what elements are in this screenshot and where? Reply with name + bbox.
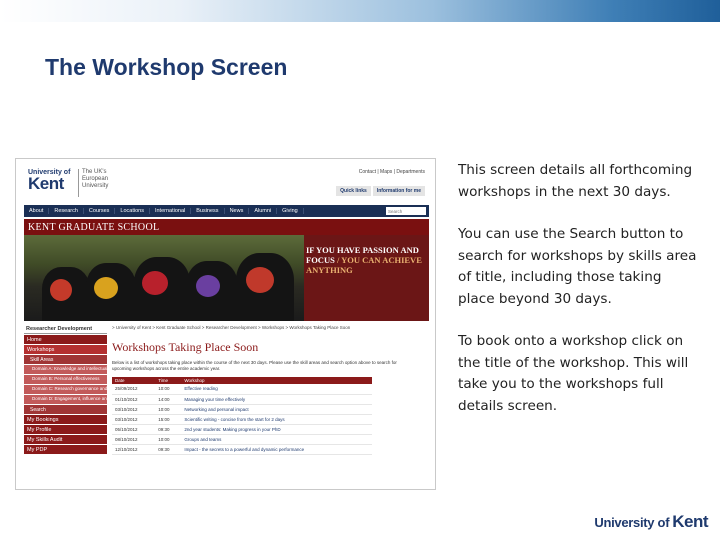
university-logo[interactable]: University of Kent bbox=[28, 169, 70, 192]
sidebar-item-workshops[interactable]: Workshops bbox=[24, 345, 107, 354]
breadcrumb[interactable]: > University of Kent > Kent Graduate Sch… bbox=[112, 325, 429, 330]
logo-tagline: The UK's European University bbox=[82, 169, 109, 189]
sidebar-item-my-pdp[interactable]: My PDP bbox=[24, 445, 107, 454]
nav-news[interactable]: News bbox=[225, 208, 250, 214]
photo-hood bbox=[94, 277, 118, 299]
banner-slogan: IF YOU HAVE PASSION AND FOCUS / YOU CAN … bbox=[306, 245, 426, 275]
quick-links-button[interactable]: Quick links bbox=[336, 186, 371, 196]
cell-time: 10:00 bbox=[155, 384, 182, 395]
table-row: 05/10/2012 09:30 2nd year students: Maki… bbox=[112, 424, 372, 435]
graduates-photo bbox=[24, 235, 304, 321]
quick-links-bar: Quick links Information for me bbox=[334, 186, 425, 196]
sidebar-item-my-bookings[interactable]: My Bookings bbox=[24, 415, 107, 424]
banner-heading-bar: KENT GRADUATE SCHOOL bbox=[24, 219, 429, 235]
cell-date: 01/10/2012 bbox=[112, 394, 156, 405]
nav-research[interactable]: Research bbox=[49, 208, 84, 214]
photo-hood bbox=[196, 275, 220, 297]
workshop-title-link[interactable]: 2nd year students: Making progress in yo… bbox=[181, 424, 372, 435]
table-row: 12/10/2012 09:30 Impact - the secrets to… bbox=[112, 444, 372, 455]
header-gradient-band bbox=[0, 0, 720, 22]
cell-time: 09:30 bbox=[155, 444, 182, 455]
sidebar-item-my-skills-audit[interactable]: My Skills Audit bbox=[24, 435, 107, 444]
banner-heading: KENT GRADUATE SCHOOL bbox=[28, 222, 160, 233]
table-row: 01/10/2012 14:00 Managing your time effe… bbox=[112, 394, 372, 405]
workshop-title-link[interactable]: Effective reading bbox=[181, 384, 372, 395]
intro-text: Below is a list of workshops taking plac… bbox=[112, 360, 397, 371]
description-paragraph: To book onto a workshop click on the tit… bbox=[458, 333, 689, 414]
workshop-title-link[interactable]: Networking and personal impact bbox=[181, 404, 372, 415]
page-title: Workshops Taking Place Soon bbox=[112, 340, 259, 354]
logo-divider bbox=[78, 169, 79, 197]
photo-hood bbox=[246, 267, 274, 293]
cell-date: 25/09/2012 bbox=[112, 384, 156, 395]
cell-date: 03/10/2012 bbox=[112, 414, 156, 425]
top-links[interactable]: Contact | Maps | Departments bbox=[359, 169, 425, 175]
cell-time: 09:30 bbox=[155, 424, 182, 435]
nav-courses[interactable]: Courses bbox=[84, 208, 116, 214]
photo-hood bbox=[142, 271, 168, 295]
sidebar-item-domain-b[interactable]: Domain B: Personal effectiveness bbox=[24, 375, 107, 384]
column-header-workshop: Workshop bbox=[181, 377, 372, 384]
sidebar-item-home[interactable]: Home bbox=[24, 335, 107, 344]
main-content: > University of Kent > Kent Graduate Sch… bbox=[112, 325, 429, 455]
nav-locations[interactable]: Locations bbox=[115, 208, 150, 214]
photo-hood bbox=[50, 279, 72, 301]
table-row: 08/10/2012 10:00 Groups and teams bbox=[112, 434, 372, 445]
nav-alumni[interactable]: Alumni bbox=[249, 208, 278, 214]
cell-date: 03/10/2012 bbox=[112, 404, 156, 415]
cell-time: 10:00 bbox=[155, 434, 182, 445]
sidebar-item-search[interactable]: Search bbox=[24, 405, 107, 414]
column-header-time: Time bbox=[155, 377, 182, 384]
cell-time: 10:00 bbox=[155, 404, 182, 415]
logo-kent: Kent bbox=[28, 174, 64, 193]
footer-logo-kent: Kent bbox=[672, 512, 708, 531]
graduate-school-banner: KENT GRADUATE SCHOOL IF YOU HAVE PASSION… bbox=[24, 219, 429, 321]
cell-date: 05/10/2012 bbox=[112, 424, 156, 435]
main-nav: About Research Courses Locations Interna… bbox=[24, 205, 429, 217]
workshop-title-link[interactable]: Scientific writing - concise from the st… bbox=[181, 414, 372, 425]
table-header-row: Date Time Workshop bbox=[112, 377, 372, 384]
information-for-me-button[interactable]: Information for me bbox=[372, 186, 425, 196]
workshop-title-link[interactable]: Impact - the secrets to a powerful and d… bbox=[181, 444, 372, 455]
slide-description: This screen details all forthcoming work… bbox=[458, 160, 698, 438]
sidebar-item-domain-c[interactable]: Domain C: Research governance and organi… bbox=[24, 385, 107, 394]
workshops-table: Date Time Workshop 25/09/2012 10:00 Effe… bbox=[112, 377, 372, 455]
sidebar-item-my-profile[interactable]: My Profile bbox=[24, 425, 107, 434]
nav-about[interactable]: About bbox=[24, 208, 50, 214]
table-row: 03/10/2012 10:00 Networking and personal… bbox=[112, 404, 372, 415]
table-row: 03/10/2012 15:00 Scientific writing - co… bbox=[112, 414, 372, 425]
site-search-input[interactable] bbox=[386, 207, 426, 215]
cell-time: 15:00 bbox=[155, 414, 182, 425]
table-row: 25/09/2012 10:00 Effective reading bbox=[112, 384, 372, 395]
website-screenshot: University of Kent The UK's European Uni… bbox=[15, 158, 436, 490]
slide-title: The Workshop Screen bbox=[45, 54, 288, 80]
nav-international[interactable]: International bbox=[150, 208, 192, 214]
nav-giving[interactable]: Giving bbox=[277, 208, 304, 214]
description-paragraph: You can use the Search button to search … bbox=[458, 226, 697, 307]
nav-business[interactable]: Business bbox=[191, 208, 225, 214]
workshop-title-link[interactable]: Managing your time effectively bbox=[181, 394, 372, 405]
sidebar-item-skill-areas[interactable]: Skill Areas bbox=[24, 355, 107, 364]
workshop-title-link[interactable]: Groups and teams bbox=[181, 434, 372, 445]
sidebar-heading: Researcher Development bbox=[24, 325, 107, 334]
column-header-date: Date bbox=[112, 377, 156, 384]
cell-date: 12/10/2012 bbox=[112, 444, 156, 455]
sidebar: Researcher Development Home Workshops Sk… bbox=[24, 325, 107, 454]
cell-date: 08/10/2012 bbox=[112, 434, 156, 445]
sidebar-item-domain-a[interactable]: Domain A: Knowledge and intellectual abi… bbox=[24, 365, 107, 374]
cell-time: 14:00 bbox=[155, 394, 182, 405]
sidebar-item-domain-d[interactable]: Domain D: Engagement, influence and impa… bbox=[24, 395, 107, 404]
footer-university-logo: University of Kent bbox=[594, 512, 708, 532]
description-paragraph: This screen details all forthcoming work… bbox=[458, 162, 693, 200]
footer-logo-university-of: University of bbox=[594, 515, 670, 530]
